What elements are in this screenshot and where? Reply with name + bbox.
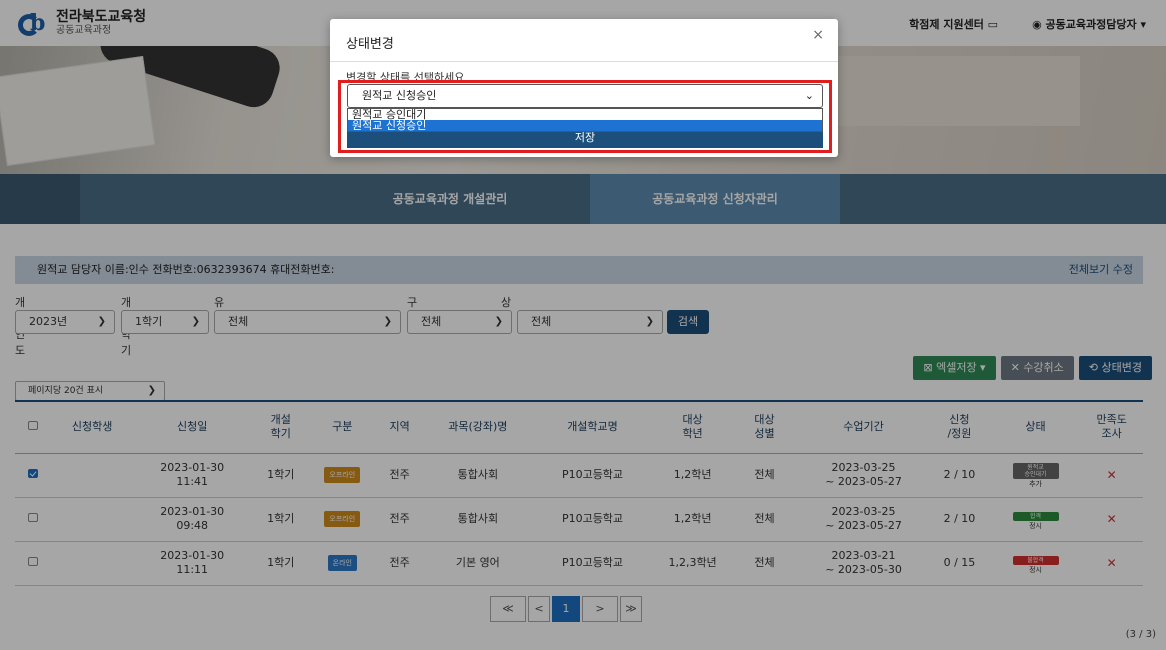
page: b 전라북도교육청 공동교육과정 학점제 지원센터 ▭ ◉ 공동교육과정담당자 … — [0, 0, 1166, 650]
status-change-modal: 상태변경 × 변경할 상태를 선택하세요 저장 원적교 신청승인 ⌄ 원적교 승인… — [330, 19, 838, 157]
highlight-box — [338, 80, 832, 153]
modal-title: 상태변경 — [346, 37, 394, 52]
modal-divider — [330, 61, 838, 62]
close-icon[interactable]: × — [812, 27, 824, 43]
